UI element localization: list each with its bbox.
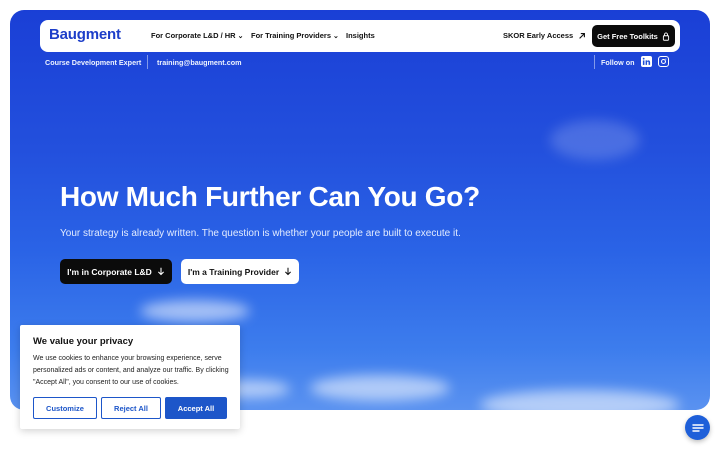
chevron-down-icon: ⌄ — [333, 32, 339, 40]
lock-icon — [662, 32, 669, 41]
button-label: I'm a Training Provider — [187, 266, 280, 277]
linkedin-glyph — [642, 57, 651, 65]
training-provider-button[interactable]: I'm a Training Provider — [181, 259, 299, 284]
instagram-glyph — [660, 58, 667, 65]
early-access-label: SKOR Early Access — [503, 31, 574, 40]
cta-label: Get Free Toolkits — [597, 31, 658, 41]
nav-item-corporate[interactable]: For Corporate L&D / HR ⌄ — [151, 31, 243, 40]
email-link[interactable]: training@baugment.com — [157, 58, 241, 67]
nav-item-label: For Training Providers — [251, 31, 332, 40]
button-label: I'm in Corporate L&D — [67, 266, 152, 277]
hero-subtitle: Your strategy is already written. The qu… — [60, 228, 461, 239]
top-navbar: Baugment For Corporate L&D / HR ⌄ For Tr… — [40, 20, 680, 52]
follow-label: Follow on — [601, 58, 635, 67]
nav-item-label: For Corporate L&D / HR — [151, 31, 236, 40]
cookie-description: We use cookies to enhance your browsing … — [33, 355, 229, 386]
page: Baugment For Corporate L&D / HR ⌄ For Tr… — [0, 0, 720, 450]
reject-all-button[interactable]: Reject All — [101, 397, 161, 419]
brand-logo[interactable]: Baugment — [49, 26, 121, 43]
nav-item-insights[interactable]: Insights — [346, 31, 375, 40]
early-access-link[interactable]: SKOR Early Access — [503, 31, 586, 40]
cloud-decoration — [550, 120, 640, 160]
chat-widget-button[interactable] — [685, 415, 710, 440]
arrow-up-right-icon — [579, 32, 586, 39]
divider — [594, 55, 595, 69]
tagline: Course Development Expert — [45, 58, 142, 67]
nav-item-training-providers[interactable]: For Training Providers ⌄ — [251, 31, 339, 40]
page-title: How Much Further Can You Go? — [60, 181, 480, 212]
cloud-decoration — [310, 375, 450, 401]
arrow-down-icon — [285, 267, 292, 276]
menu-lines-icon — [691, 423, 704, 432]
instagram-icon[interactable] — [658, 56, 669, 67]
accept-all-button[interactable]: Accept All — [165, 397, 227, 419]
get-free-toolkits-button[interactable]: Get Free Toolkits — [592, 25, 675, 47]
divider — [147, 55, 148, 69]
cookie-consent-banner: We value your privacy We use cookies to … — [20, 325, 240, 429]
cloud-decoration — [480, 390, 680, 410]
corporate-ld-button[interactable]: I'm in Corporate L&D — [60, 259, 172, 284]
nav-item-label: Insights — [346, 31, 375, 40]
cloud-decoration — [140, 300, 250, 322]
customize-button[interactable]: Customize — [33, 397, 97, 419]
chevron-down-icon: ⌄ — [237, 32, 244, 40]
arrow-down-icon — [157, 267, 164, 276]
linkedin-icon[interactable] — [641, 56, 652, 67]
cookie-title: We value your privacy — [33, 336, 134, 347]
